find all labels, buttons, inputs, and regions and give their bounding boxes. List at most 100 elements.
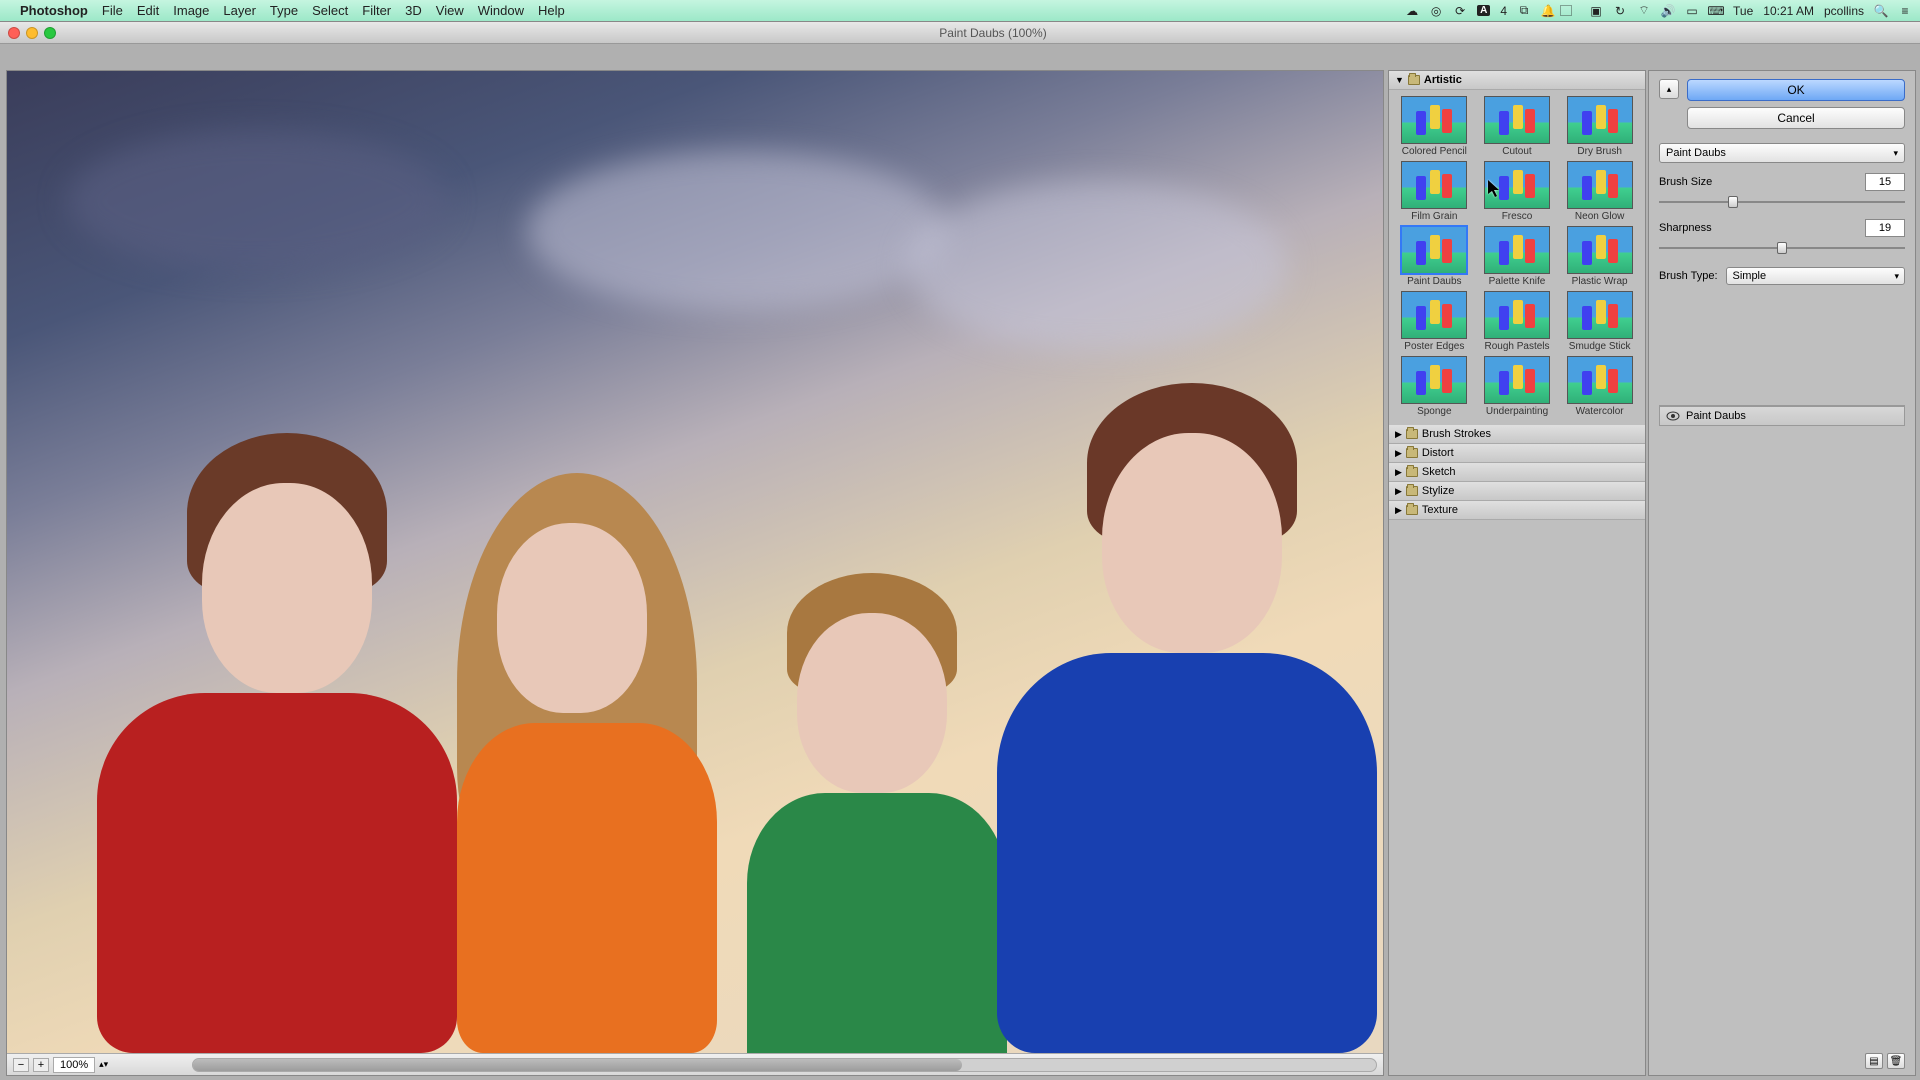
- delete-effect-layer-button[interactable]: 🗑: [1887, 1053, 1905, 1069]
- ok-button[interactable]: OK: [1687, 79, 1905, 101]
- zoom-level[interactable]: 100%: [53, 1057, 95, 1073]
- menu-view[interactable]: View: [436, 3, 464, 18]
- preview-pane: − + 100% ▴▾: [6, 70, 1384, 1076]
- cc-icon[interactable]: ◎: [1429, 4, 1443, 18]
- minimize-window-button[interactable]: [26, 27, 38, 39]
- folder-icon: [1406, 486, 1418, 496]
- menu-edit[interactable]: Edit: [137, 3, 159, 18]
- filter-thumb-film-grain[interactable]: Film Grain: [1395, 161, 1474, 222]
- filter-thumb-palette-knife[interactable]: Palette Knife: [1478, 226, 1557, 287]
- filter-thumb-sponge[interactable]: Sponge: [1395, 356, 1474, 417]
- menu-file[interactable]: File: [102, 3, 123, 18]
- volume-icon[interactable]: 🔊: [1661, 4, 1675, 18]
- horizontal-scrollbar[interactable]: [192, 1058, 1377, 1072]
- display-icon[interactable]: ⃞: [1565, 4, 1579, 18]
- zoom-window-button[interactable]: [44, 27, 56, 39]
- filter-thumb-rough-pastels[interactable]: Rough Pastels: [1478, 291, 1557, 352]
- filter-thumb-plastic-wrap[interactable]: Plastic Wrap: [1560, 226, 1639, 287]
- filter-thumb-colored-pencil[interactable]: Colored Pencil: [1395, 96, 1474, 157]
- filter-thumb-swatch: [1484, 291, 1550, 339]
- user-menu[interactable]: pcollins: [1824, 4, 1864, 18]
- category-label: Brush Strokes: [1422, 428, 1491, 440]
- adobe-badge[interactable]: A: [1477, 5, 1490, 16]
- battery-icon[interactable]: ▭: [1685, 4, 1699, 18]
- category-label: Texture: [1422, 504, 1458, 516]
- clock-day[interactable]: Tue: [1733, 4, 1753, 18]
- filter-gallery-window: Paint Daubs (100%): [0, 22, 1920, 1080]
- filter-thumb-swatch: [1567, 291, 1633, 339]
- filter-thumb-label: Film Grain: [1395, 211, 1474, 222]
- timemachine-icon[interactable]: ↻: [1613, 4, 1627, 18]
- notification-center-icon[interactable]: ≡: [1898, 4, 1912, 18]
- category-sketch[interactable]: ▶Sketch: [1389, 463, 1645, 482]
- airplay-icon[interactable]: ▣: [1589, 4, 1603, 18]
- category-distort[interactable]: ▶Distort: [1389, 444, 1645, 463]
- filter-thumb-cutout[interactable]: Cutout: [1478, 96, 1557, 157]
- cloud-icon[interactable]: ☁: [1405, 4, 1419, 18]
- filter-thumb-dry-brush[interactable]: Dry Brush: [1560, 96, 1639, 157]
- category-artistic[interactable]: ▼ Artistic: [1389, 71, 1645, 90]
- sync-icon[interactable]: ⟳: [1453, 4, 1467, 18]
- filter-thumb-fresco[interactable]: Fresco: [1478, 161, 1557, 222]
- menu-3d[interactable]: 3D: [405, 3, 422, 18]
- category-label: Artistic: [1424, 74, 1462, 86]
- disclosure-right-icon: ▶: [1395, 486, 1402, 497]
- filter-thumb-label: Fresco: [1478, 211, 1557, 222]
- menu-type[interactable]: Type: [270, 3, 298, 18]
- window-titlebar: Paint Daubs (100%): [0, 22, 1920, 44]
- keyboard-icon[interactable]: ⌨: [1709, 4, 1723, 18]
- menu-help[interactable]: Help: [538, 3, 565, 18]
- app-menu[interactable]: Photoshop: [20, 3, 88, 18]
- menu-image[interactable]: Image: [173, 3, 209, 18]
- collapse-gallery-button[interactable]: ▴: [1659, 79, 1679, 99]
- filter-thumb-swatch: [1401, 356, 1467, 404]
- filter-thumb-label: Underpainting: [1478, 406, 1557, 417]
- filter-thumb-swatch: [1484, 161, 1550, 209]
- clock-time[interactable]: 10:21 AM: [1763, 4, 1814, 18]
- brush-type-value: Simple: [1733, 270, 1767, 282]
- menu-filter[interactable]: Filter: [362, 3, 391, 18]
- filter-thumb-smudge-stick[interactable]: Smudge Stick: [1560, 291, 1639, 352]
- filter-name-select[interactable]: Paint Daubs: [1659, 143, 1905, 163]
- filter-thumb-poster-edges[interactable]: Poster Edges: [1395, 291, 1474, 352]
- filter-thumb-label: Cutout: [1478, 146, 1557, 157]
- wifi-icon[interactable]: ⌔: [1637, 4, 1651, 18]
- close-window-button[interactable]: [8, 27, 20, 39]
- disclosure-right-icon: ▶: [1395, 467, 1402, 478]
- zoom-in-button[interactable]: +: [33, 1058, 49, 1072]
- filter-thumbnails: Colored Pencil CutoutDry Brush Film Grain F…: [1389, 90, 1645, 425]
- brush-size-slider[interactable]: [1659, 195, 1905, 209]
- sharpness-input[interactable]: [1865, 219, 1905, 237]
- filter-thumb-underpainting[interactable]: Underpainting: [1478, 356, 1557, 417]
- filter-thumb-label: Palette Knife: [1478, 276, 1557, 287]
- scrollbar-thumb[interactable]: [193, 1059, 962, 1071]
- brush-type-select[interactable]: Simple: [1726, 267, 1906, 285]
- menu-layer[interactable]: Layer: [223, 3, 256, 18]
- filter-thumb-label: Watercolor: [1560, 406, 1639, 417]
- category-label: Stylize: [1422, 485, 1454, 497]
- zoom-stepper-icon[interactable]: ▴▾: [99, 1059, 108, 1070]
- category-texture[interactable]: ▶Texture: [1389, 501, 1645, 520]
- filter-thumb-paint-daubs[interactable]: Paint Daubs: [1395, 226, 1474, 287]
- param-sharpness: Sharpness: [1659, 219, 1905, 255]
- preview-canvas[interactable]: [7, 71, 1383, 1053]
- zoom-out-button[interactable]: −: [13, 1058, 29, 1072]
- brush-size-input[interactable]: [1865, 173, 1905, 191]
- visibility-eye-icon[interactable]: [1666, 409, 1680, 423]
- sharpness-slider[interactable]: [1659, 241, 1905, 255]
- category-stylize[interactable]: ▶ Stylize: [1389, 482, 1645, 501]
- filter-thumb-neon-glow[interactable]: Neon Glow: [1560, 161, 1639, 222]
- window-title: Paint Daubs (100%): [66, 26, 1920, 40]
- dropbox-icon[interactable]: ⧉: [1517, 4, 1531, 18]
- filter-thumb-watercolor[interactable]: Watercolor: [1560, 356, 1639, 417]
- menu-window[interactable]: Window: [478, 3, 524, 18]
- effect-layer-row[interactable]: Paint Daubs: [1659, 406, 1905, 426]
- spotlight-icon[interactable]: 🔍: [1874, 4, 1888, 18]
- cancel-button[interactable]: Cancel: [1687, 107, 1905, 129]
- menu-select[interactable]: Select: [312, 3, 348, 18]
- category-brush-strokes[interactable]: ▶Brush Strokes: [1389, 425, 1645, 444]
- filter-thumb-label: Poster Edges: [1395, 341, 1474, 352]
- notifications-icon[interactable]: 🔔: [1541, 4, 1555, 18]
- macos-menubar: Photoshop File Edit Image Layer Type Sel…: [0, 0, 1920, 22]
- new-effect-layer-button[interactable]: ▤: [1865, 1053, 1883, 1069]
